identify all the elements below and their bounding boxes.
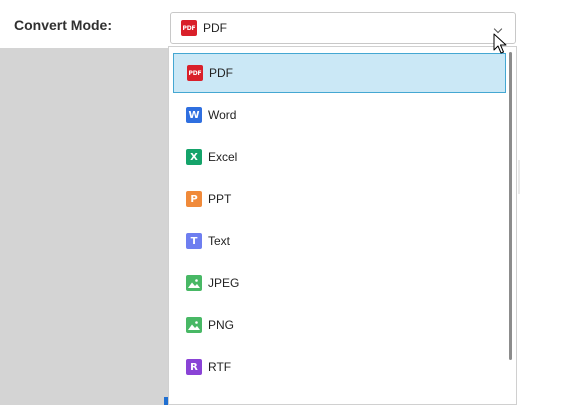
mouse-cursor-icon [493, 33, 507, 54]
pdf-icon: PDF [187, 65, 203, 81]
convert-mode-select[interactable]: PDF PDF [170, 12, 516, 44]
dropdown-option-ppt[interactable]: P PPT [173, 179, 506, 219]
dropdown-scrollbar[interactable] [509, 52, 512, 360]
selected-value: PDF [203, 21, 227, 35]
option-label: PDF [209, 66, 233, 80]
dropdown-option-word[interactable]: W Word [173, 95, 506, 135]
png-image-icon [186, 317, 202, 333]
dropdown-option-jpeg[interactable]: JPEG [173, 263, 506, 303]
image-glyph-icon [188, 321, 200, 330]
image-glyph-icon [188, 279, 200, 288]
dropdown-option-excel[interactable]: X Excel [173, 137, 506, 177]
background-divider [518, 160, 520, 194]
option-label: JPEG [208, 276, 240, 290]
dropdown-option-png[interactable]: PNG [173, 305, 506, 345]
dropdown-option-pdf[interactable]: PDF PDF [173, 53, 506, 93]
dropdown-option-text[interactable]: T Text [173, 221, 506, 261]
option-label: PPT [208, 192, 232, 206]
option-label: RTF [208, 360, 232, 374]
chevron-down-icon[interactable] [493, 24, 503, 34]
option-label: Word [208, 108, 237, 122]
option-label: Text [208, 234, 231, 248]
jpeg-image-icon [186, 275, 202, 291]
background-panel [0, 48, 170, 405]
dropdown-option-rtf[interactable]: R RTF [173, 347, 506, 387]
rtf-icon: R [186, 359, 202, 375]
ppt-icon: P [186, 191, 202, 207]
word-icon: W [186, 107, 202, 123]
option-label: Excel [208, 150, 238, 164]
convert-mode-dropdown: PDF PDF W Word X Excel P PPT T Text JPEG [168, 46, 517, 405]
excel-icon: X [186, 149, 202, 165]
option-label: PNG [208, 318, 235, 332]
text-icon: T [186, 233, 202, 249]
pdf-icon: PDF [181, 20, 197, 36]
convert-mode-label: Convert Mode: [14, 17, 112, 33]
